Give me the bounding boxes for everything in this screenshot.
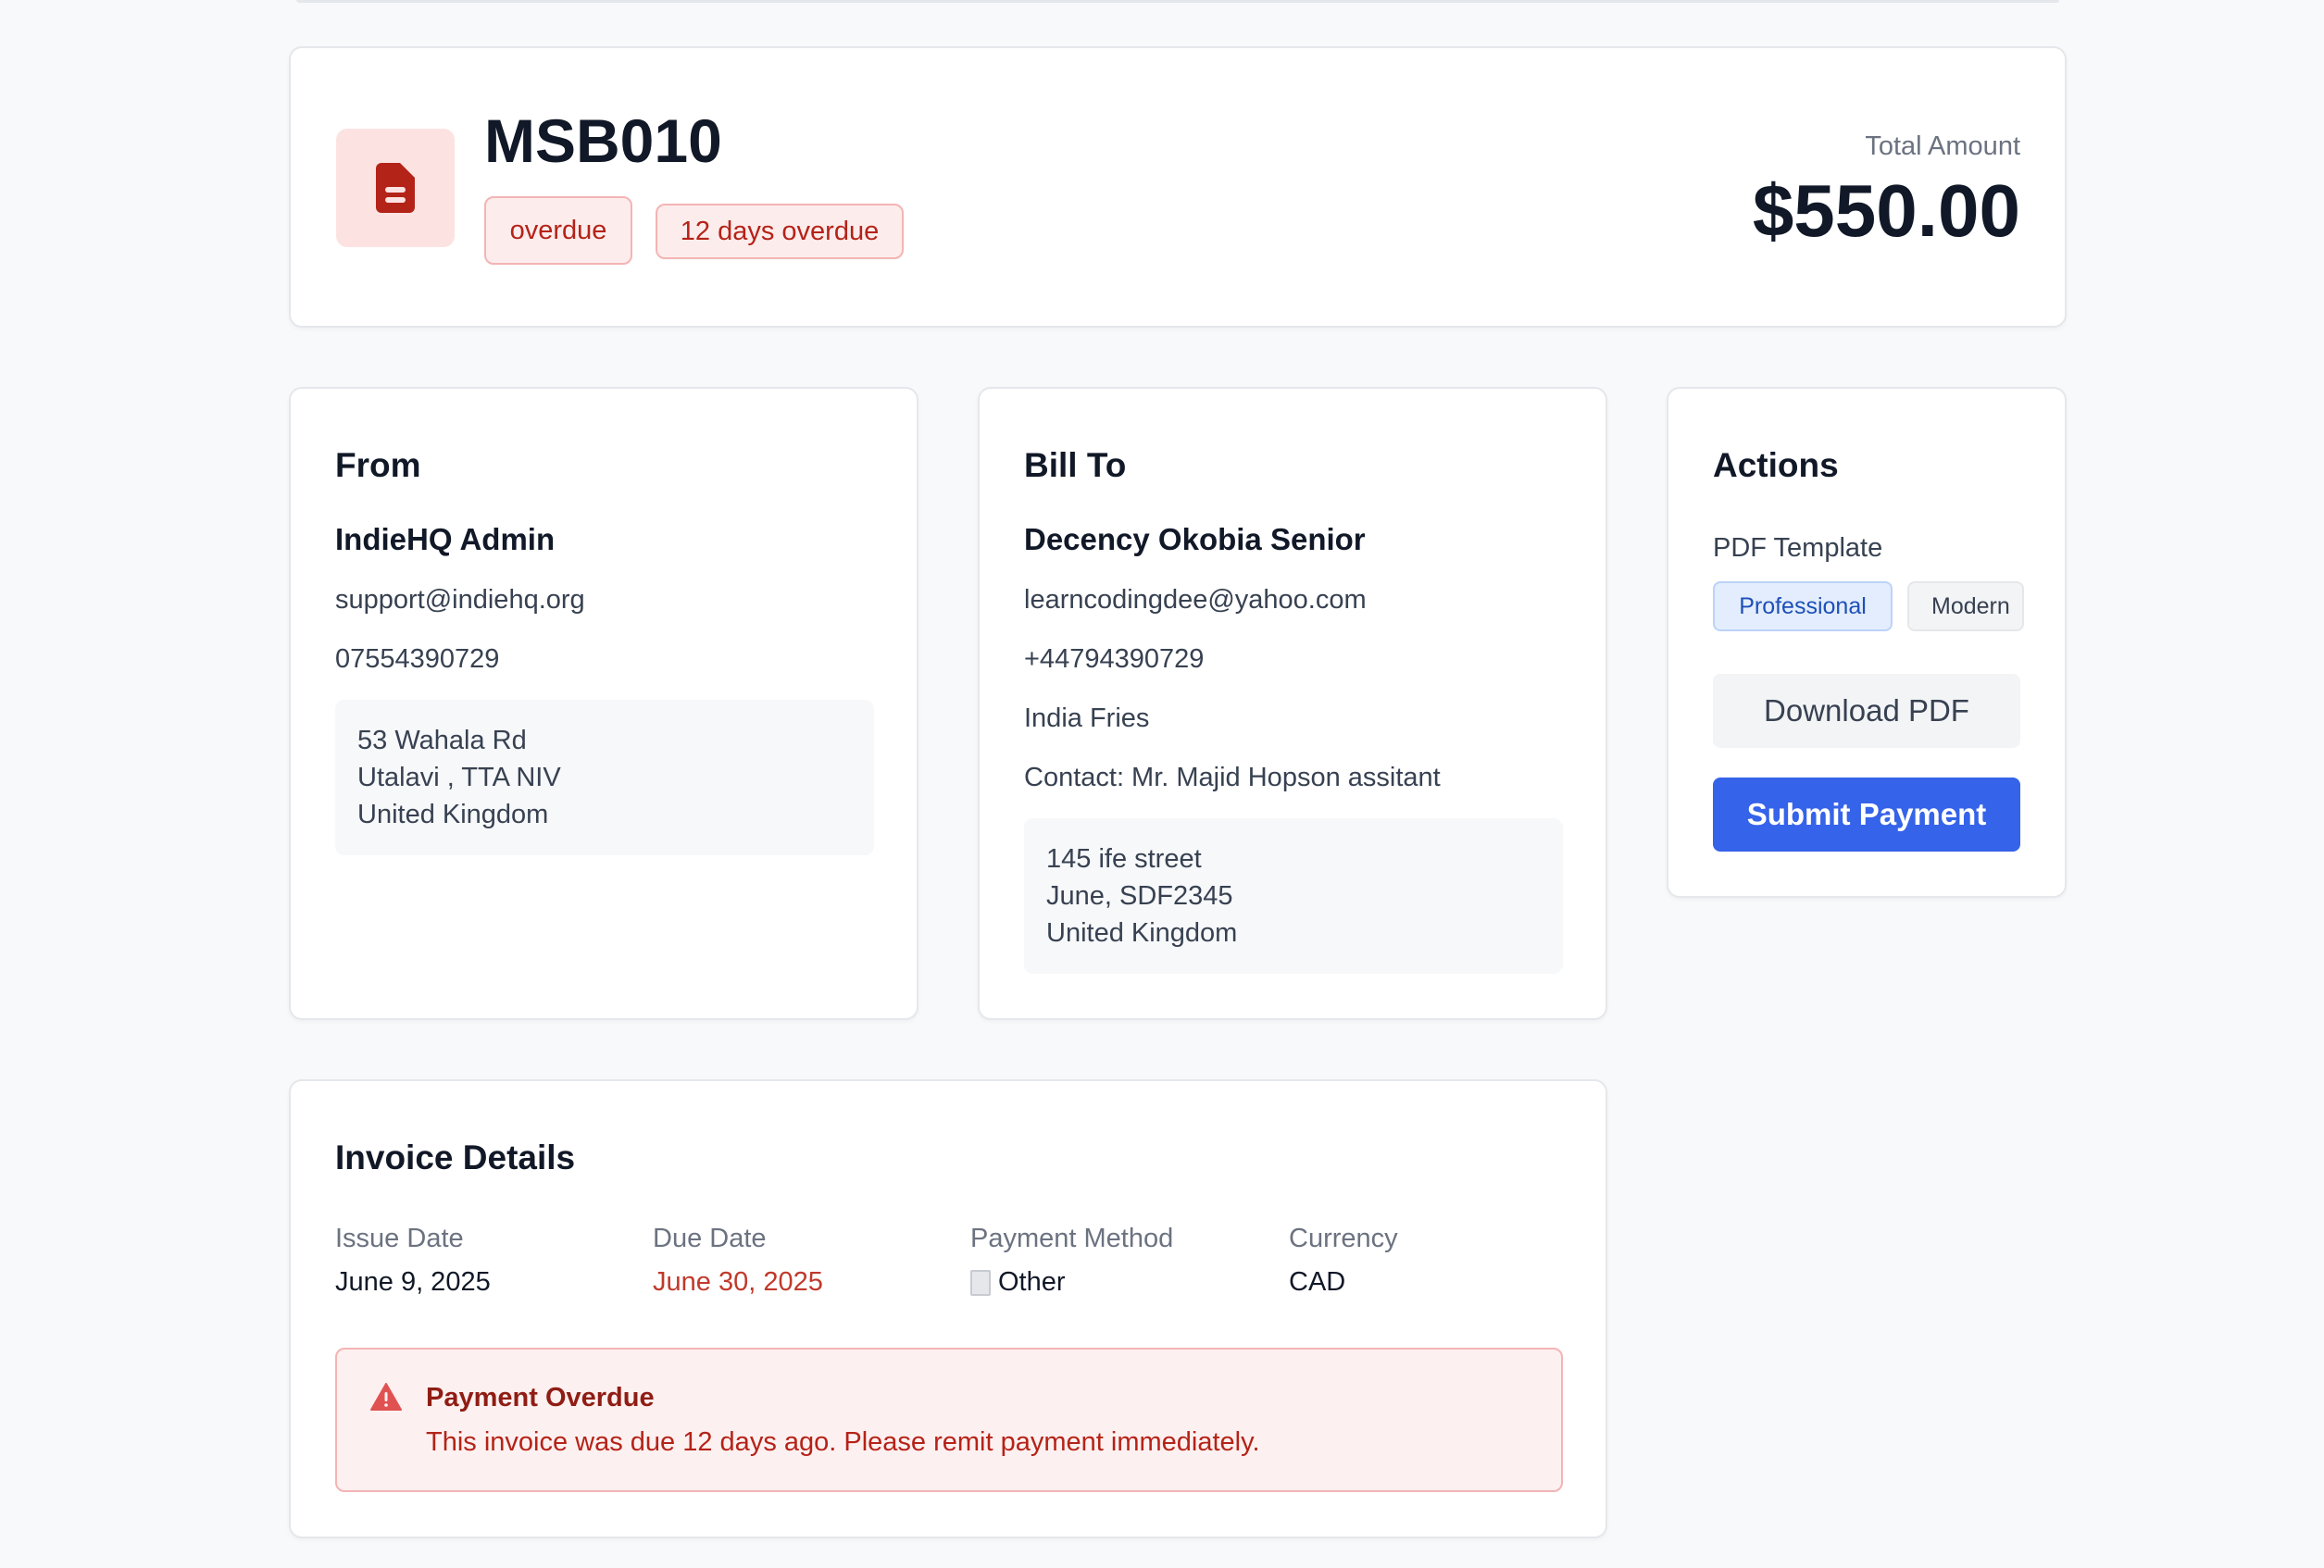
address-line: June, SDF2345: [1046, 881, 1233, 911]
alert-title: Payment Overdue: [426, 1383, 655, 1412]
payment-method-value: Other: [970, 1267, 1173, 1298]
template-professional-button[interactable]: Professional: [1713, 581, 1893, 631]
document-icon: [970, 1269, 991, 1296]
template-modern-button[interactable]: Modern: [1907, 581, 2024, 631]
from-title: From: [335, 446, 421, 484]
client-name: Decency Okobia Senior: [1024, 522, 1366, 556]
sender-phone: 07554390729: [335, 644, 500, 674]
bill-to-title: Bill To: [1024, 446, 1127, 484]
invoice-header-card: MSB010 overdue 12 days overdue Total Amo…: [289, 46, 2067, 328]
overdue-days-badge: 12 days overdue: [656, 204, 904, 259]
pdf-template-label: PDF Template: [1713, 533, 1883, 563]
warning-icon: [370, 1383, 402, 1411]
currency-value: CAD: [1289, 1267, 1346, 1297]
submit-payment-button[interactable]: Submit Payment: [1713, 778, 2020, 852]
download-pdf-button[interactable]: Download PDF: [1713, 674, 2020, 748]
issue-date-value: June 9, 2025: [335, 1267, 491, 1297]
client-contact: Contact: Mr. Majid Hopson assitant: [1024, 763, 1441, 792]
client-phone: +44794390729: [1024, 644, 1205, 674]
address-line: Utalavi , TTA NIV: [357, 763, 561, 792]
issue-date-field: Issue Date June 9, 2025: [335, 1224, 491, 1298]
total-amount-label: Total Amount: [1865, 131, 2020, 161]
invoice-details-card: Invoice Details Issue Date June 9, 2025 …: [289, 1079, 1607, 1538]
due-date-field: Due Date June 30, 2025: [653, 1224, 823, 1298]
sender-address: 53 Wahala Rd Utalavi , TTA NIV United Ki…: [335, 700, 874, 855]
address-line: United Kingdom: [357, 800, 549, 829]
address-line: 145 ife street: [1046, 844, 1202, 874]
invoice-details-title: Invoice Details: [335, 1139, 576, 1176]
client-address: 145 ife street June, SDF2345 United King…: [1024, 818, 1563, 974]
address-line: United Kingdom: [1046, 918, 1238, 948]
document-icon: [376, 163, 415, 213]
invoice-number: MSB010: [484, 106, 722, 175]
client-company: India Fries: [1024, 703, 1150, 733]
from-card: From IndieHQ Admin support@indiehq.org 0…: [289, 387, 918, 1020]
currency-field: Currency CAD: [1289, 1224, 1398, 1298]
sender-email: support@indiehq.org: [335, 585, 585, 615]
sender-name: IndieHQ Admin: [335, 522, 556, 556]
payment-method-field: Payment Method Other: [970, 1224, 1173, 1298]
top-divider: [296, 0, 2059, 3]
status-badge: overdue: [484, 196, 632, 265]
bill-to-card: Bill To Decency Okobia Senior learncodin…: [978, 387, 1607, 1020]
issue-date-label: Issue Date: [335, 1224, 464, 1253]
address-line: 53 Wahala Rd: [357, 726, 527, 755]
payment-overdue-alert: Payment Overdue This invoice was due 12 …: [335, 1348, 1563, 1492]
actions-title: Actions: [1713, 446, 1839, 484]
payment-method-text: Other: [998, 1267, 1066, 1297]
client-email: learncodingdee@yahoo.com: [1024, 585, 1367, 615]
actions-card: Actions PDF Template Professional Modern…: [1667, 387, 2067, 898]
alert-message: This invoice was due 12 days ago. Please…: [426, 1427, 1260, 1457]
due-date-label: Due Date: [653, 1224, 767, 1253]
due-date-value: June 30, 2025: [653, 1267, 823, 1297]
payment-method-label: Payment Method: [970, 1224, 1174, 1253]
currency-label: Currency: [1289, 1224, 1398, 1253]
invoice-icon-container: [336, 129, 455, 247]
total-amount: $550.00: [1752, 169, 2020, 252]
